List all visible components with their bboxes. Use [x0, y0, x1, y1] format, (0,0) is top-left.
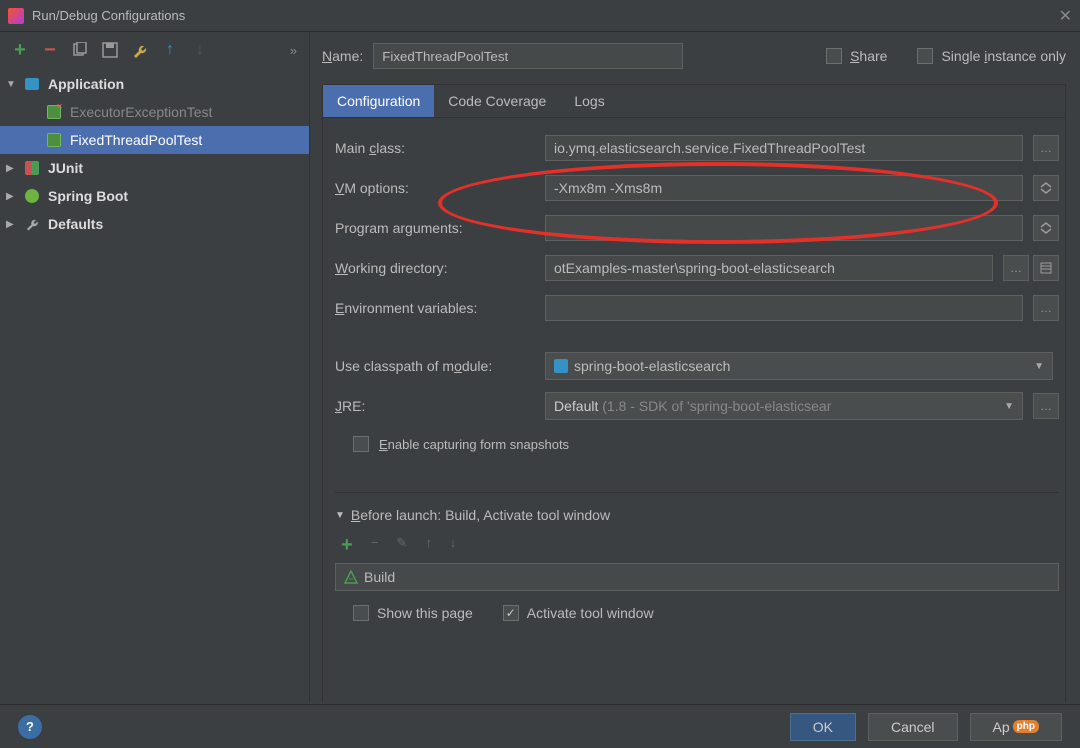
tree-node-spring[interactable]: ▶ Spring Boot — [0, 182, 309, 210]
executor-test-label: ExecutorExceptionTest — [70, 104, 212, 120]
working-dir-label: Working directory: — [335, 260, 545, 276]
activate-tool-checkbox[interactable] — [503, 605, 519, 621]
tree-node-executor-test[interactable]: ExecutorExceptionTest — [0, 98, 309, 126]
before-launch-title[interactable]: ▼ Before launch: Build, Activate tool wi… — [335, 507, 1059, 523]
save-icon[interactable] — [102, 42, 118, 58]
tree-node-defaults[interactable]: ▶ Defaults — [0, 210, 309, 238]
main-class-label: Main class: — [335, 140, 545, 156]
tabs: Configuration Code Coverage Logs — [323, 85, 1065, 118]
chevron-down-icon: ▼ — [1034, 361, 1044, 372]
apply-text: Ap — [993, 719, 1010, 735]
php-badge: php — [1013, 720, 1039, 733]
browse-env-button[interactable]: … — [1033, 295, 1059, 321]
application-label: Application — [48, 76, 124, 92]
jre-value: Default (1.8 - SDK of 'spring-boot-elast… — [554, 398, 831, 414]
close-icon[interactable]: ✕ — [1059, 6, 1072, 26]
expand-vm-button[interactable] — [1033, 175, 1059, 201]
sidebar-toolbar: + − ↑ ↓ » — [0, 32, 309, 68]
jre-label: JRE: — [335, 398, 545, 414]
junit-icon — [25, 161, 39, 175]
before-add-icon[interactable]: + — [341, 535, 353, 555]
before-up-icon[interactable]: ↑ — [425, 535, 432, 555]
single-instance-checkbox[interactable] — [917, 48, 933, 64]
show-page-checkbox[interactable] — [353, 605, 369, 621]
config-tree: ▼ Application ExecutorExceptionTest Fixe… — [0, 68, 309, 238]
program-args-input[interactable] — [545, 215, 1023, 241]
module-icon — [554, 359, 568, 373]
before-edit-icon[interactable]: ✎ — [396, 535, 407, 555]
enable-snapshot-label: Enable capturing form snapshots — [379, 437, 569, 452]
tree-node-application[interactable]: ▼ Application — [0, 70, 309, 98]
expander-icon[interactable]: ▶ — [6, 191, 20, 202]
before-down-icon[interactable]: ↓ — [450, 535, 457, 555]
defaults-label: Defaults — [48, 216, 103, 232]
remove-config-icon[interactable]: − — [42, 42, 58, 58]
build-icon — [344, 570, 358, 584]
spring-label: Spring Boot — [48, 188, 128, 204]
content-panel: Name: Share Single instance only Configu… — [310, 32, 1080, 702]
copy-icon[interactable] — [72, 42, 88, 58]
macros-wd-button[interactable] — [1033, 255, 1059, 281]
tab-configuration[interactable]: Configuration — [323, 85, 434, 117]
tab-logs[interactable]: Logs — [560, 85, 618, 117]
expander-icon[interactable]: ▼ — [6, 79, 20, 90]
vm-options-label: VM options: — [335, 180, 545, 196]
chevron-down-icon: ▼ — [1004, 401, 1014, 412]
sidebar: + − ↑ ↓ » ▼ Application ExecutorExceptio… — [0, 32, 310, 702]
vm-options-input[interactable] — [545, 175, 1023, 201]
expander-icon[interactable]: ▶ — [6, 219, 20, 230]
expand-args-button[interactable] — [1033, 215, 1059, 241]
activate-tool-label: Activate tool window — [527, 605, 654, 621]
enable-snapshot-checkbox[interactable] — [353, 436, 369, 452]
main-class-input[interactable] — [545, 135, 1023, 161]
junit-label: JUnit — [48, 160, 83, 176]
classpath-dropdown[interactable]: spring-boot-elasticsearch ▼ — [545, 352, 1053, 380]
overflow-icon[interactable]: » — [290, 43, 297, 58]
build-task-item[interactable]: Build — [335, 563, 1059, 591]
classpath-value: spring-boot-elasticsearch — [574, 358, 730, 374]
tree-node-fixed-test[interactable]: FixedThreadPoolTest — [0, 126, 309, 154]
app-icon — [8, 8, 24, 24]
expander-icon[interactable]: ▶ — [6, 163, 20, 174]
single-instance-label: Single instance only — [941, 48, 1066, 64]
window-title: Run/Debug Configurations — [32, 8, 185, 23]
move-up-icon[interactable]: ↑ — [162, 42, 178, 58]
java-error-icon — [47, 105, 61, 119]
browse-wd-button[interactable]: … — [1003, 255, 1029, 281]
dialog-footer: ? OK Cancel Apphp — [0, 704, 1080, 748]
program-args-label: Program arguments: — [335, 220, 545, 236]
add-config-icon[interactable]: + — [12, 42, 28, 58]
fixed-test-label: FixedThreadPoolTest — [70, 132, 202, 148]
share-checkbox[interactable] — [826, 48, 842, 64]
apply-button[interactable]: Apphp — [970, 713, 1062, 741]
tab-coverage[interactable]: Code Coverage — [434, 85, 560, 117]
application-type-icon — [25, 78, 39, 90]
working-dir-input[interactable] — [545, 255, 993, 281]
spring-icon — [25, 189, 39, 203]
env-vars-label: Environment variables: — [335, 300, 545, 316]
env-vars-input[interactable] — [545, 295, 1023, 321]
browse-jre-button[interactable]: … — [1033, 393, 1059, 419]
collapse-icon: ▼ — [335, 510, 345, 521]
title-bar: Run/Debug Configurations ✕ — [0, 0, 1080, 32]
name-label: Name: — [322, 48, 363, 64]
show-page-label: Show this page — [377, 605, 473, 621]
cancel-button[interactable]: Cancel — [868, 713, 958, 741]
java-icon — [47, 133, 61, 147]
share-label: Share — [850, 48, 887, 64]
classpath-label: Use classpath of module: — [335, 358, 545, 374]
help-button[interactable]: ? — [18, 715, 42, 739]
before-remove-icon[interactable]: − — [371, 535, 379, 555]
ok-button[interactable]: OK — [790, 713, 856, 741]
move-down-icon[interactable]: ↓ — [192, 42, 208, 58]
tree-node-junit[interactable]: ▶ JUnit — [0, 154, 309, 182]
name-input[interactable] — [373, 43, 683, 69]
defaults-icon — [24, 216, 40, 232]
wrench-icon[interactable] — [132, 42, 148, 58]
browse-main-class-button[interactable]: … — [1033, 135, 1059, 161]
jre-dropdown[interactable]: Default (1.8 - SDK of 'spring-boot-elast… — [545, 392, 1023, 420]
build-label: Build — [364, 569, 395, 585]
